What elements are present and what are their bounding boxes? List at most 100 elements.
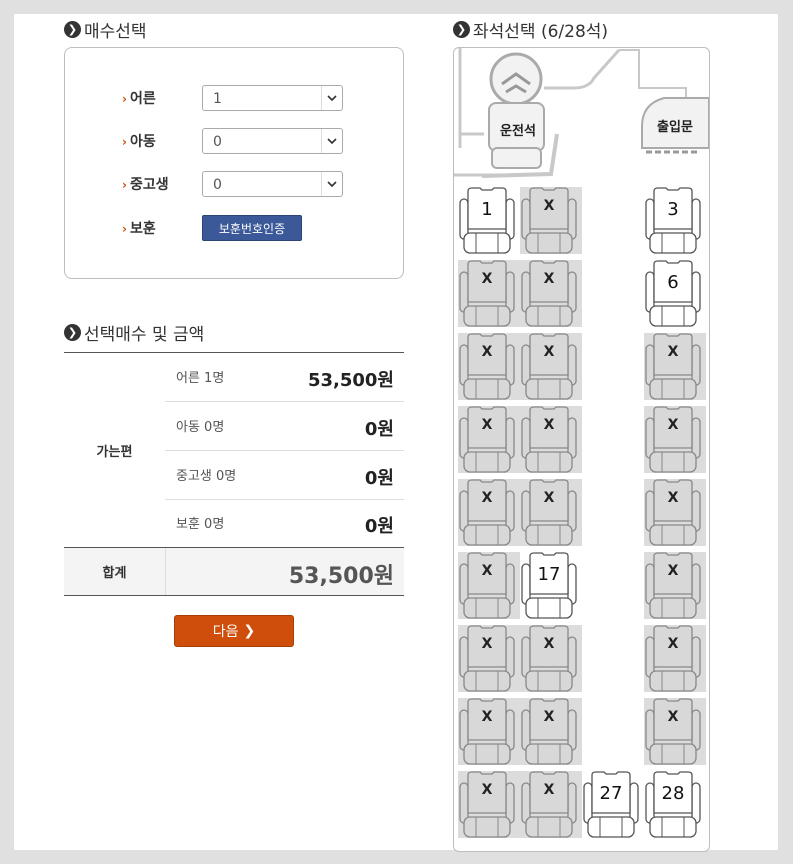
seat-taken-mark: X [543, 709, 555, 725]
seat-taken-mark: X [543, 782, 555, 798]
seat-taken-mark: X [481, 417, 493, 433]
seat-taken-mark: X [543, 344, 555, 360]
seat-taken-mark: X [481, 344, 493, 360]
seat-taken-mark: X [481, 782, 493, 798]
ticket-count-title: 매수선택 [84, 22, 147, 42]
seat-number: 17 [537, 564, 561, 585]
total-amount: 53,500원 [288, 564, 394, 589]
next-button-label: 다음 [212, 624, 239, 640]
adult-row: › 어른 1 [122, 85, 343, 111]
fare-row-label: 아동 0명 [176, 420, 225, 435]
seat-available[interactable]: 6 [644, 260, 706, 327]
seat-taken: X [644, 552, 706, 619]
seat-taken-mark: X [667, 636, 679, 652]
seat-available[interactable]: 3 [644, 187, 706, 254]
seat-number: 1 [481, 199, 493, 220]
seat-taken-mark: X [543, 490, 555, 506]
chevron-down-icon [321, 172, 342, 196]
student-row: › 중고생 0 [122, 171, 343, 197]
adult-label: › 어른 [122, 91, 156, 107]
seat-taken-mark: X [667, 563, 679, 579]
child-count-select[interactable]: 0 [202, 128, 343, 154]
seat-taken: X [520, 625, 582, 692]
seat-taken-mark: X [481, 636, 493, 652]
seat-taken: X [520, 260, 582, 327]
seat-number: 3 [667, 199, 679, 220]
seat-taken-mark: X [667, 417, 679, 433]
seat-taken: X [458, 406, 520, 473]
chevron-right-icon: ❯ [64, 21, 81, 38]
veteran-auth-button[interactable]: 보훈번호인증 [202, 215, 302, 241]
fare-row-amount: 0원 [364, 419, 394, 440]
driver-seat-icon [481, 102, 559, 178]
door-label: 출입문 [657, 120, 693, 135]
next-button[interactable]: 다음 ❯ [174, 615, 294, 647]
seat-taken: X [458, 771, 520, 838]
seat-taken-mark: X [667, 709, 679, 725]
seat-taken: X [458, 479, 520, 546]
seat-taken: X [644, 406, 706, 473]
fare-row-label: 보훈 0명 [176, 517, 225, 532]
seat-number: 6 [667, 272, 679, 293]
fare-row-amount: 53,500원 [307, 370, 394, 391]
seat-number: 27 [599, 783, 623, 804]
summary-heading: ❯ 선택매수 및 금액 [64, 320, 204, 345]
fare-summary-table: 가는편 어른 1명 53,500원 아동 0명 0원 중고생 0명 0원 보훈 … [64, 352, 404, 596]
seat-taken: X [520, 698, 582, 765]
fare-row-student: 중고생 0명 0원 [165, 451, 404, 500]
reservation-page: ❯ 매수선택 › 어른 1 › 아동 0 › 중고생 0 › 보훈 보훈번호인증… [14, 14, 778, 852]
total-label: 합계 [64, 548, 166, 595]
seat-taken-mark: X [481, 563, 493, 579]
chevron-down-icon [321, 129, 342, 153]
chevron-right-icon: › [122, 178, 127, 192]
fare-row-child: 아동 0명 0원 [165, 402, 404, 451]
seat-taken: X [458, 333, 520, 400]
seat-taken-mark: X [543, 271, 555, 287]
seat-taken: X [520, 406, 582, 473]
chevron-right-icon: › [122, 92, 127, 106]
student-label: › 중고생 [122, 177, 169, 193]
seat-taken: X [644, 333, 706, 400]
seat-taken: X [520, 479, 582, 546]
seat-available[interactable]: 17 [520, 552, 582, 619]
fare-row-amount: 0원 [364, 516, 394, 537]
chevron-right-icon: › [122, 135, 127, 149]
fare-row-amount: 0원 [364, 468, 394, 489]
seat-taken-mark: X [481, 271, 493, 287]
seat-taken: X [644, 479, 706, 546]
seat-taken: X [458, 260, 520, 327]
seat-available[interactable]: 28 [644, 771, 706, 838]
fare-row-label: 중고생 0명 [176, 469, 237, 484]
outbound-label: 가는편 [96, 444, 133, 460]
seat-taken-mark: X [543, 417, 555, 433]
chevron-right-icon: ❯ [64, 324, 81, 341]
fare-row-label: 어른 1명 [176, 371, 225, 386]
child-row: › 아동 0 [122, 128, 343, 154]
seat-taken-mark: X [543, 636, 555, 652]
chevron-right-icon: › [122, 222, 127, 236]
veteran-row: › 보훈 보훈번호인증 [122, 215, 302, 241]
adult-count-select[interactable]: 1 [202, 85, 343, 111]
bus-seat-map: 운전석 출입문 1 X 3 X X 6 X X X X X X X X X X 17 X X X X X X X X X 27 28 [453, 47, 710, 852]
chevron-right-icon: ❯ [243, 623, 256, 639]
fare-row-veteran: 보훈 0명 0원 [165, 499, 404, 547]
seat-taken-mark: X [543, 198, 555, 214]
chevron-down-icon [321, 86, 342, 110]
seat-taken: X [458, 698, 520, 765]
chevron-right-icon: ❯ [453, 21, 470, 38]
seat-taken-mark: X [481, 709, 493, 725]
seat-taken-mark: X [481, 490, 493, 506]
seat-taken: X [644, 698, 706, 765]
student-count-select[interactable]: 0 [202, 171, 343, 197]
driver-seat-label: 운전석 [500, 124, 536, 139]
child-label: › 아동 [122, 134, 156, 150]
seat-taken-mark: X [667, 490, 679, 506]
seat-taken: X [520, 187, 582, 254]
seat-select-heading: ❯ 좌석선택 (6/28석) [453, 17, 608, 42]
seat-taken: X [458, 625, 520, 692]
seat-select-title: 좌석선택 (6/28석) [473, 22, 609, 42]
seat-taken: X [644, 625, 706, 692]
seat-available[interactable]: 1 [458, 187, 520, 254]
seat-available[interactable]: 27 [582, 771, 644, 838]
steering-wheel-icon [489, 52, 543, 106]
